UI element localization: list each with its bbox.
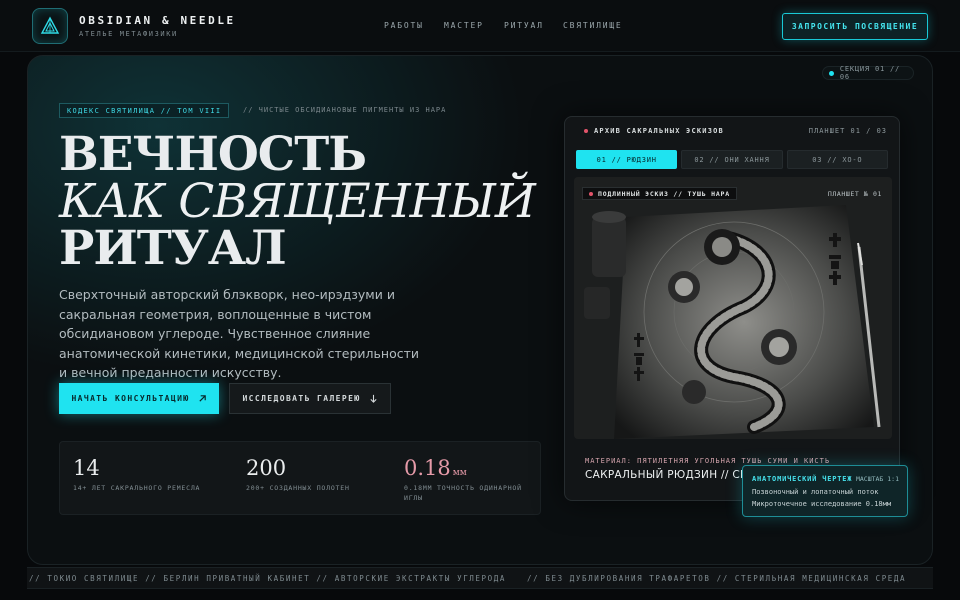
explore-gallery-button[interactable]: ИССЛЕДОВАТЬ ГАЛЕРЕЮ [229,383,391,414]
record-dot-icon [589,191,593,196]
archive-tabs: 01 // РЮДЗИН 02 // ОНИ ХАННЯ 03 // ХО-О [576,150,888,169]
tab-hoo[interactable]: 03 // ХО-О [786,150,888,169]
record-dot-icon [584,129,588,133]
hero-lead-text: Сверхточный авторский блэкворк, нео-ирэд… [59,287,419,380]
hero-title-line-1: ВЕЧНОСТЬ [59,127,367,182]
sketch-archive-card: АРХИВ САКРАЛЬНЫХ ЭСКИЗОВ ПЛАНШЕТ 01 / 03… [564,116,900,501]
codex-tag: КОДЕКС СВЯТИЛИЩА // ТОМ VIII [59,103,230,118]
tab-oni-hannya[interactable]: 02 // ОНИ ХАННЯ [681,150,783,169]
stat-precision-label: 0.18ММ ТОЧНОСТЬ ОДИНАРНОЙ ИГЛЫ [404,484,522,502]
nav-item-master[interactable]: МАСТЕР [444,21,484,30]
nav-item-sanctuary[interactable]: СВЯТИЛИЩЕ [563,21,623,30]
tab-ryujin[interactable]: 01 // РЮДЗИН [576,150,678,169]
nav-item-works[interactable]: РАБОТЫ [384,21,424,30]
section-indicator-label: СЕКЦИЯ 01 // 06 [839,65,901,81]
ticker-text-right: // БЕЗ ДУБЛИРОВАНИЯ ТРАФАРЕТОВ // СТЕРИЛ… [527,574,907,583]
codex-note: // ЧИСТЫЕ ОБСИДИАНОВЫЕ ПИГМЕНТЫ ИЗ НАРА [243,106,447,114]
request-initiation-button[interactable]: ЗАПРОСИТЬ ПОСВЯЩЕНИЕ [782,13,928,40]
status-dot-icon [829,70,834,76]
image-plate-number: ПЛАНШЕТ № 01 [827,190,882,198]
site-header: OBSIDIAN & NEEDLE АТЕЛЬЕ МЕТАФИЗИКИ РАБО… [0,0,960,52]
archive-title: АРХИВ САКРАЛЬНЫХ ЭСКИЗОВ [584,127,724,135]
anatomy-line-1: Позвоночный и лопаточный поток [752,488,879,496]
stat-years-label: 14+ ЛЕТ САКРАЛЬНОГО РЕМЕСЛА [73,484,201,492]
stat-works-value: 200 [246,456,287,480]
section-indicator: СЕКЦИЯ 01 // 06 [822,65,914,81]
dragon-illustration [574,177,892,439]
hero-title-line-3: РИТУАЛ [59,221,287,276]
material-label: МАТЕРИАЛ: ПЯТИЛЕТНЯЯ УГОЛЬНАЯ ТУШЬ СУМИ … [585,457,831,465]
start-consultation-button[interactable]: НАЧАТЬ КОНСУЛЬТАЦИЮ [59,383,219,414]
archive-sheet-counter: ПЛАНШЕТ 01 / 03 [808,127,887,135]
start-consultation-label: НАЧАТЬ КОНСУЛЬТАЦИЮ [71,394,190,403]
marquee-ticker: // ТОКИО СВЯТИЛИЩЕ // БЕРЛИН ПРИВАТНЫЙ К… [27,567,933,589]
stat-works-label: 200+ СОЗДАННЫХ ПОЛОТЕН [246,484,350,492]
stat-years-value: 14 [73,456,100,480]
anatomy-scale: МАСШТАБ 1:1 [855,475,899,483]
authentic-sketch-badge: ПОДЛИННЫЙ ЭСКИЗ // ТУШЬ НАРА [582,187,737,200]
nav-item-ritual[interactable]: РИТУАЛ [504,21,544,30]
explore-gallery-label: ИССЛЕДОВАТЬ ГАЛЕРЕЮ [242,394,361,403]
hero-title-line-2: КАК СВЯЩЕННЫЙ [59,174,536,229]
ticker-text-left: // ТОКИО СВЯТИЛИЩЕ // БЕРЛИН ПРИВАТНЫЙ К… [29,574,506,583]
brand-name[interactable]: OBSIDIAN & NEEDLE [79,14,236,27]
logo-icon[interactable] [32,8,68,44]
dragon-sketch-image[interactable]: ПОДЛИННЫЙ ЭСКИЗ // ТУШЬ НАРА ПЛАНШЕТ № 0… [574,177,892,439]
brand-subtitle: АТЕЛЬЕ МЕТАФИЗИКИ [79,30,178,38]
anatomy-title: АНАТОМИЧЕСКИЙ ЧЕРТЕЖ [752,475,853,483]
arrow-down-icon [369,394,377,403]
arrow-up-right-icon [198,395,206,402]
anatomy-blueprint-card: АНАТОМИЧЕСКИЙ ЧЕРТЕЖ МАСШТАБ 1:1 Позвоно… [742,465,908,517]
anatomy-line-2: Микроточечное исследование 0.18мм [752,500,892,508]
stats-panel: 14 14+ ЛЕТ САКРАЛЬНОГО РЕМЕСЛА 200 200+ … [59,441,541,515]
stat-precision-value: 0.18 мм [404,456,467,480]
